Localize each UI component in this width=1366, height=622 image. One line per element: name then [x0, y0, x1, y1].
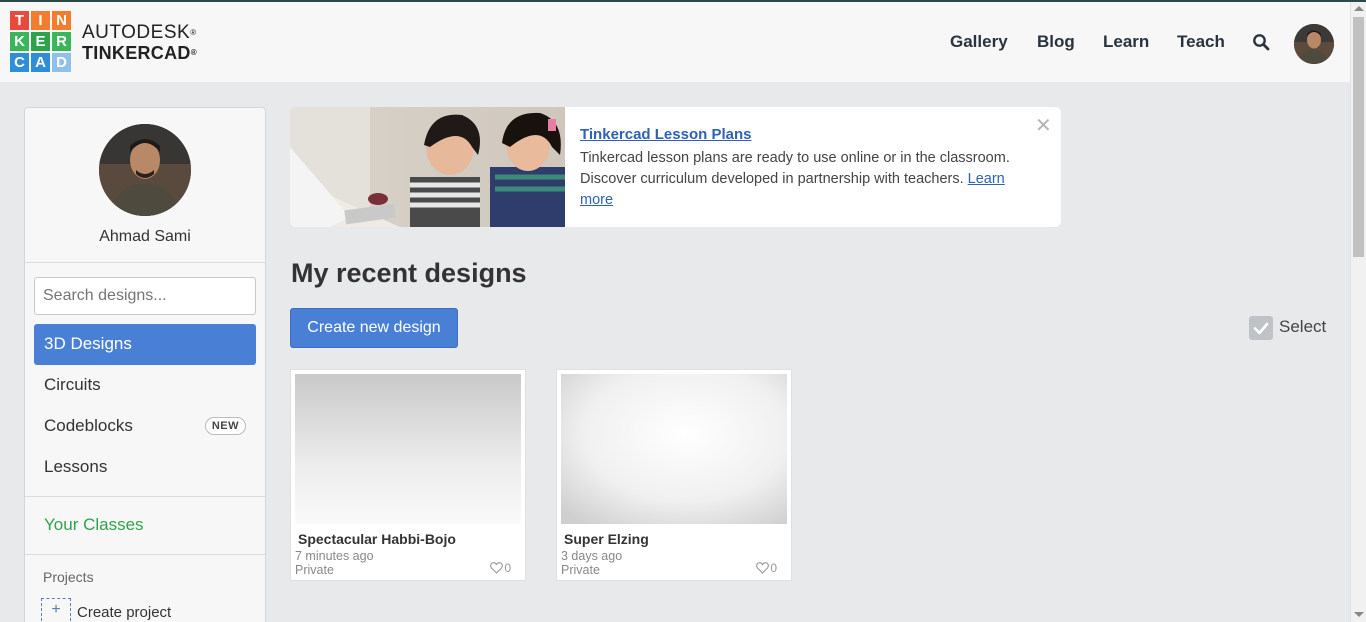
sidebar-item-label: 3D Designs [44, 334, 132, 353]
likes-number: 0 [504, 561, 511, 575]
sidebar: Ahmad Sami 3D Designs Circuits Codeblock… [24, 107, 266, 622]
sidebar-item-label: Circuits [44, 375, 101, 394]
sidebar-item-lessons[interactable]: Lessons [34, 447, 256, 488]
heart-icon [490, 562, 504, 574]
profile-avatar[interactable] [99, 124, 191, 216]
design-thumbnail[interactable] [561, 374, 787, 524]
likes-count[interactable]: 0 [756, 561, 777, 575]
select-checkbox[interactable] [1249, 316, 1273, 340]
logo-letter: D [52, 53, 71, 72]
brand-line-1: AUTODESK [82, 22, 191, 43]
sidebar-item-label: Codeblocks [44, 416, 133, 435]
tinkercad-logo[interactable]: TIN KER CAD [10, 11, 71, 72]
logo-letter: N [52, 11, 71, 30]
design-thumbnail[interactable] [295, 374, 521, 524]
scroll-up-arrow-icon[interactable] [1354, 6, 1364, 11]
design-title[interactable]: Super Elzing [564, 531, 649, 547]
banner-description: Tinkercad lesson plans are ready to use … [580, 148, 1030, 211]
plus-icon[interactable]: + [41, 598, 71, 622]
select-label[interactable]: Select [1279, 317, 1326, 337]
profile-photo-icon [99, 124, 191, 216]
create-new-design-button[interactable]: Create new design [290, 308, 458, 348]
nav-gallery[interactable]: Gallery [950, 32, 1008, 52]
sidebar-item-circuits[interactable]: Circuits [34, 365, 256, 406]
sidebar-item-3d-designs[interactable]: 3D Designs [34, 324, 256, 365]
new-badge: NEW [204, 417, 246, 435]
user-avatar[interactable] [1294, 24, 1334, 64]
sidebar-item-label: Lessons [44, 457, 108, 476]
design-card[interactable]: Spectacular Habbi-Bojo 7 minutes ago Pri… [290, 369, 526, 581]
page-scrollbar[interactable] [1350, 2, 1366, 622]
design-timestamp: 3 days ago [561, 549, 623, 563]
page-title: My recent designs [291, 258, 527, 288]
close-icon[interactable]: ✕ [1035, 113, 1052, 138]
sidebar-divider [25, 554, 265, 555]
logo-letter: I [31, 11, 50, 30]
sidebar-item-codeblocks[interactable]: Codeblocks NEW [34, 406, 256, 447]
brand-wordmark[interactable]: AUTODESK® TINKERCAD® [82, 22, 197, 64]
search-designs-input[interactable] [34, 277, 256, 315]
top-header: TIN KER CAD AUTODESK® TINKERCAD® Gallery B… [0, 2, 1350, 82]
logo-letter: A [31, 53, 50, 72]
design-timestamp: 7 minutes ago [295, 549, 374, 563]
projects-heading: Projects [43, 569, 94, 585]
sidebar-divider [25, 496, 265, 497]
heart-icon [756, 562, 770, 574]
likes-number: 0 [770, 561, 777, 575]
likes-count[interactable]: 0 [490, 561, 511, 575]
nav-learn[interactable]: Learn [1103, 32, 1149, 52]
your-classes-link[interactable]: Your Classes [44, 515, 144, 535]
lesson-plans-banner: Tinkercad Lesson Plans Tinkercad lesson … [290, 107, 1061, 227]
banner-kids-image [290, 107, 565, 227]
logo-letter: T [10, 11, 29, 30]
scrollbar-thumb[interactable] [1353, 17, 1364, 257]
logo-letter: E [31, 32, 50, 51]
create-project-button[interactable]: Create project [77, 604, 171, 621]
nav-blog[interactable]: Blog [1037, 32, 1075, 52]
nav-teach[interactable]: Teach [1177, 32, 1225, 52]
logo-letter: C [10, 53, 29, 72]
design-card[interactable]: Super Elzing 3 days ago Private 0 [556, 369, 792, 581]
banner-title-link[interactable]: Tinkercad Lesson Plans [580, 126, 751, 143]
username: Ahmad Sami [99, 228, 191, 245]
design-title[interactable]: Spectacular Habbi-Bojo [298, 531, 456, 547]
brand-line-2: TINKERCAD [82, 43, 191, 63]
design-privacy: Private [561, 563, 600, 577]
sidebar-divider [25, 262, 265, 263]
search-icon[interactable] [1252, 33, 1270, 51]
logo-letter: R [52, 32, 71, 51]
scroll-down-arrow-icon[interactable] [1354, 612, 1364, 617]
banner-text: Tinkercad lesson plans are ready to use … [580, 150, 1010, 187]
design-privacy: Private [295, 563, 334, 577]
avatar-photo-icon [1294, 24, 1334, 64]
checkmark-icon [1253, 322, 1269, 335]
logo-letter: K [10, 32, 29, 51]
